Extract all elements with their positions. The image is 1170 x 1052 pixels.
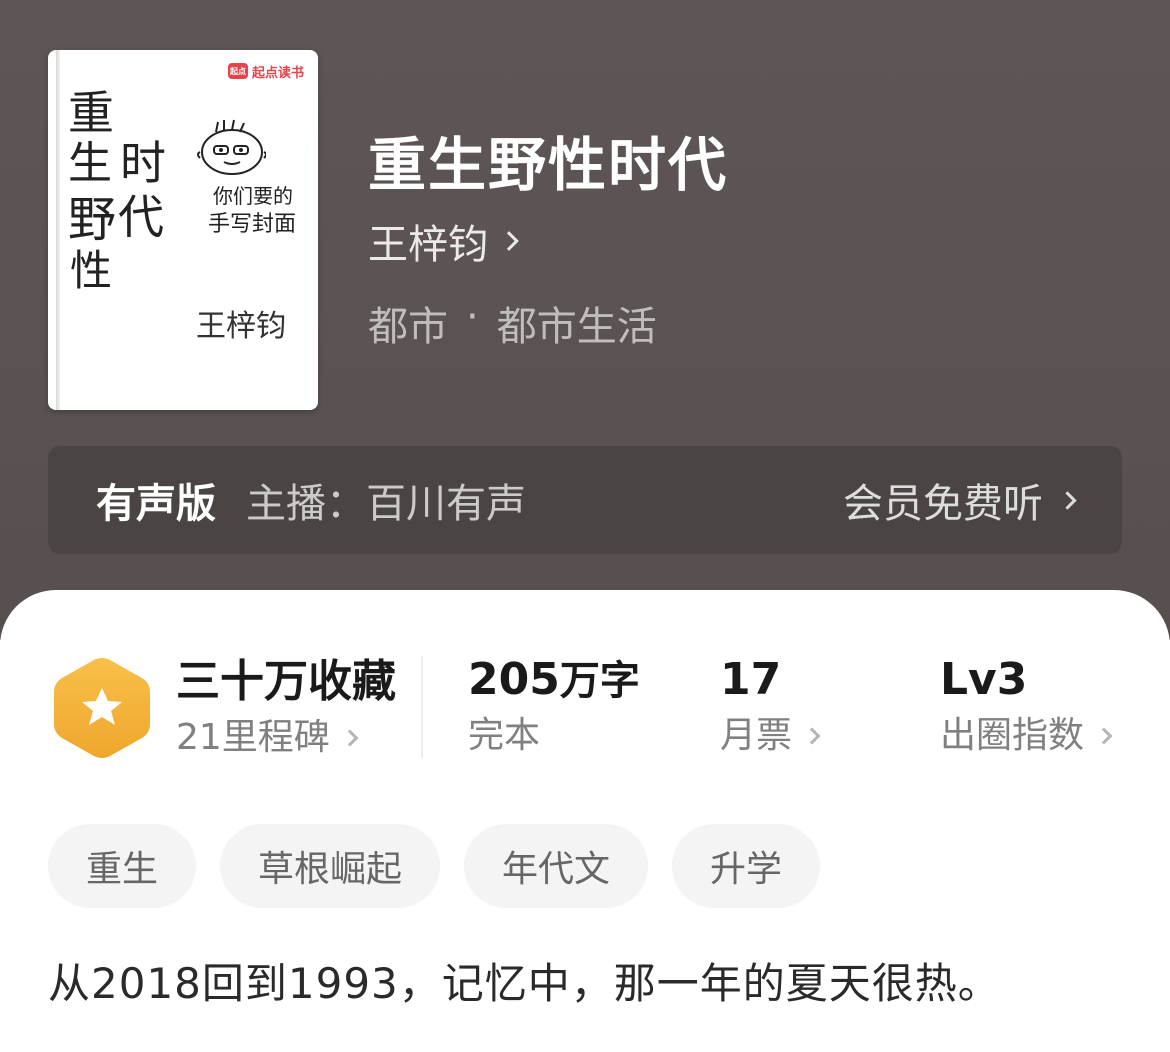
chevron-right-icon	[341, 729, 359, 747]
genre-category[interactable]: 都市	[368, 294, 448, 352]
cover-char-1: 重	[68, 86, 114, 140]
tag-chip[interactable]: 草根崛起	[220, 824, 441, 908]
milestone-label: 21里程碑	[176, 717, 330, 758]
doodle-face-icon	[197, 119, 266, 175]
cover-char-4: 野	[68, 192, 117, 248]
cover-char-5: 性	[70, 246, 113, 295]
word-count-unit: 万字	[559, 658, 640, 704]
brand-logo-icon: 起点	[227, 63, 248, 79]
popularity-label: 出圈指数	[940, 715, 1085, 756]
chevron-right-icon	[803, 727, 821, 745]
chevron-right-icon	[1095, 727, 1113, 745]
genre-subcategory[interactable]: 都市生活	[497, 294, 657, 352]
cover-caption-1: 你们要的	[213, 184, 293, 208]
monthly-ticket-label: 月票	[720, 715, 793, 756]
book-cover[interactable]: 起点 起点读书 重 生 时 野 性 代 你们要的 手写封面 王梓钧	[48, 50, 318, 410]
book-title: 重生野性时代	[368, 131, 729, 199]
popularity-level: Lv3	[940, 654, 1028, 705]
stat-divider	[421, 656, 423, 758]
completion-status: 完本	[468, 715, 541, 756]
cover-brand: 起点 起点读书	[227, 60, 304, 82]
star-badge-icon	[54, 658, 150, 758]
listen-free-label: 会员免费听	[843, 481, 1043, 527]
word-count-number: 205	[468, 654, 560, 705]
cover-char-3: 时	[120, 136, 166, 190]
chevron-right-icon	[499, 231, 519, 251]
collection-count: 三十万收藏	[176, 656, 396, 707]
monthly-ticket-count: 17	[720, 654, 782, 705]
author-link[interactable]: 王梓钧	[368, 212, 519, 270]
word-count-stat: 205万字 完本	[468, 658, 640, 754]
popularity-stat[interactable]: Lv3 出圈指数	[940, 654, 1113, 756]
cover-caption-2: 手写封面	[208, 212, 297, 237]
cover-spine	[56, 50, 60, 410]
audio-tag: 有声版	[96, 481, 216, 527]
cover-char-2: 生	[68, 138, 112, 189]
listen-free-button[interactable]: 会员免费听	[843, 471, 1077, 529]
chevron-right-icon	[1058, 490, 1077, 510]
cover-brand-text: 起点读书	[251, 65, 304, 81]
cover-signature: 王梓钧	[196, 309, 286, 344]
genre-separator: ·	[466, 294, 479, 340]
book-description[interactable]: 从2018回到1993，记忆中，那一年的夏天很热。	[48, 950, 1001, 1011]
tag-chip[interactable]: 重生	[48, 824, 197, 908]
tag-chip[interactable]: 升学	[672, 824, 821, 908]
monthly-ticket-stat[interactable]: 17 月票	[720, 654, 821, 756]
tag-chip[interactable]: 年代文	[464, 824, 649, 908]
tag-list: 重生 草根崛起 年代文 升学	[48, 824, 821, 908]
book-genre: 都市 · 都市生活	[368, 294, 657, 352]
cover-char-6: 代	[118, 190, 164, 244]
author-name: 王梓钧	[368, 222, 488, 268]
audio-edition-bar[interactable]: 有声版 主播：百川有声 会员免费听	[48, 446, 1122, 554]
audio-narrator: 主播：百川有声	[246, 481, 526, 527]
collection-stat[interactable]: 三十万收藏 21里程碑	[176, 660, 396, 756]
